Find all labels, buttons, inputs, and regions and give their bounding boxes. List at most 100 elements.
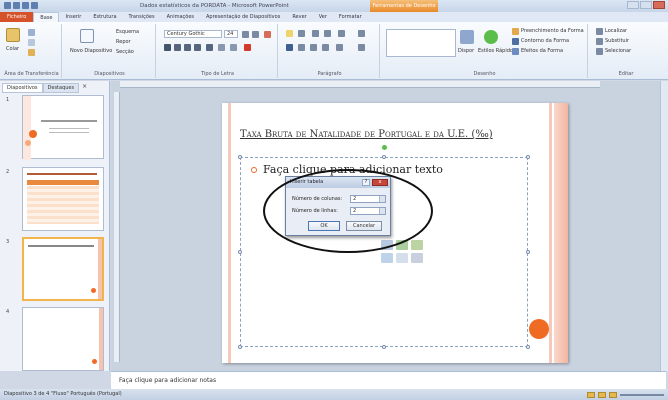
- vertical-scrollbar[interactable]: [660, 81, 668, 371]
- numbering-icon[interactable]: [298, 30, 305, 37]
- section-button[interactable]: Secção: [116, 49, 134, 55]
- paste-label[interactable]: Colar: [6, 46, 19, 52]
- bold-icon[interactable]: [164, 44, 171, 51]
- character-spacing-icon[interactable]: [218, 44, 225, 51]
- arrange-label[interactable]: Dispor: [458, 48, 474, 54]
- font-color-icon[interactable]: [244, 44, 251, 51]
- shape-fill-icon[interactable]: [512, 28, 519, 35]
- tab-review[interactable]: Rever: [286, 12, 312, 22]
- quick-styles-label[interactable]: Estilos Rápidos: [478, 48, 516, 54]
- shape-fill-button[interactable]: Preenchimento da Forma: [521, 28, 584, 34]
- insert-smartart-icon[interactable]: [411, 240, 423, 250]
- align-right-icon[interactable]: [310, 44, 317, 51]
- shape-effects-icon[interactable]: [512, 48, 519, 55]
- format-painter-icon[interactable]: [28, 49, 35, 56]
- decrease-indent-icon[interactable]: [312, 30, 319, 37]
- resize-handle[interactable]: [382, 345, 386, 349]
- arrange-icon[interactable]: [460, 30, 474, 44]
- slide-thumbnail-3[interactable]: [22, 237, 104, 301]
- quick-styles-icon[interactable]: [484, 30, 498, 44]
- cut-icon[interactable]: [28, 29, 35, 36]
- italic-icon[interactable]: [174, 44, 181, 51]
- shape-outline-button[interactable]: Contorno da Forma: [521, 38, 569, 44]
- slide-title[interactable]: Taxa Bruta de Natalidade de Portugal e d…: [240, 129, 550, 140]
- quick-access-toolbar: [4, 2, 38, 9]
- resize-handle[interactable]: [526, 250, 530, 254]
- shape-outline-icon[interactable]: [512, 38, 519, 45]
- panel-close-icon[interactable]: ×: [82, 83, 87, 93]
- select-icon[interactable]: [596, 48, 603, 55]
- font-name-field[interactable]: Century Gothic: [164, 30, 222, 38]
- close-button[interactable]: [653, 1, 665, 9]
- reset-button[interactable]: Repor: [116, 39, 131, 45]
- font-size-field[interactable]: 24: [224, 30, 238, 38]
- tab-animations[interactable]: Animações: [161, 12, 200, 22]
- tab-design[interactable]: Estrutura: [87, 12, 122, 22]
- columns-icon[interactable]: [336, 44, 343, 51]
- new-slide-label[interactable]: Novo Diapositivo: [70, 48, 112, 54]
- line-spacing-icon[interactable]: [338, 30, 345, 37]
- tab-slides[interactable]: Diapositivos: [2, 83, 43, 93]
- new-slide-icon[interactable]: [80, 29, 94, 43]
- tab-transitions[interactable]: Transições: [123, 12, 161, 22]
- normal-view-icon[interactable]: [587, 391, 595, 398]
- align-center-icon[interactable]: [298, 44, 305, 51]
- replace-icon[interactable]: [596, 38, 603, 45]
- bullets-icon[interactable]: [286, 30, 293, 37]
- clear-format-icon[interactable]: [264, 31, 271, 38]
- tab-view[interactable]: Ver: [313, 12, 333, 22]
- maximize-button[interactable]: [640, 1, 652, 9]
- replace-button[interactable]: Substituir: [605, 38, 629, 44]
- group-drawing-label: Desenho: [473, 71, 496, 77]
- justify-icon[interactable]: [322, 44, 329, 51]
- find-button[interactable]: Localizar: [605, 28, 627, 34]
- shape-effects-button[interactable]: Efeitos da Forma: [521, 48, 563, 54]
- resize-handle[interactable]: [238, 345, 242, 349]
- slide-thumbnail-1[interactable]: [22, 95, 104, 160]
- shrink-font-icon[interactable]: [252, 31, 259, 38]
- resize-handle[interactable]: [238, 155, 242, 159]
- resize-handle[interactable]: [526, 155, 530, 159]
- undo-icon[interactable]: [22, 2, 29, 9]
- redo-icon[interactable]: [31, 2, 38, 9]
- increase-indent-icon[interactable]: [324, 30, 331, 37]
- paste-icon[interactable]: [6, 28, 20, 42]
- shadow-icon[interactable]: [206, 44, 213, 51]
- reading-view-icon[interactable]: [609, 391, 617, 398]
- tab-format[interactable]: Formatar: [333, 12, 368, 22]
- layout-button[interactable]: Esquema: [116, 29, 139, 35]
- rotation-handle[interactable]: [382, 145, 387, 150]
- tab-slideshow[interactable]: Apresentação de Diapositivos: [200, 12, 286, 22]
- align-left-icon[interactable]: [286, 44, 293, 51]
- tab-file[interactable]: Ficheiro: [0, 12, 34, 22]
- save-icon[interactable]: [13, 2, 20, 9]
- notes-placeholder[interactable]: Faça clique para adicionar notas: [119, 377, 216, 384]
- minimize-button[interactable]: [627, 1, 639, 9]
- strikethrough-icon[interactable]: [194, 44, 201, 51]
- text-direction-icon[interactable]: [358, 30, 365, 37]
- zoom-slider[interactable]: [620, 393, 664, 396]
- slide-sorter-icon[interactable]: [598, 391, 606, 398]
- resize-handle[interactable]: [238, 250, 242, 254]
- resize-handle[interactable]: [382, 155, 386, 159]
- insert-picture-icon[interactable]: [381, 253, 393, 263]
- resize-handle[interactable]: [526, 345, 530, 349]
- group-slides: Novo Diapositivo Esquema Repor Secção Di…: [64, 24, 156, 78]
- grow-font-icon[interactable]: [242, 31, 249, 38]
- change-case-icon[interactable]: [230, 44, 237, 51]
- shapes-gallery[interactable]: [386, 29, 456, 57]
- tab-outline[interactable]: Destaques: [42, 83, 80, 93]
- underline-icon[interactable]: [184, 44, 191, 51]
- insert-media-icon[interactable]: [411, 253, 423, 263]
- notes-pane[interactable]: Faça clique para adicionar notas: [111, 371, 666, 389]
- slide-thumbnail-4[interactable]: [22, 307, 104, 371]
- align-text-icon[interactable]: [358, 44, 365, 51]
- group-paragraph: Parágrafo: [280, 24, 380, 78]
- select-button[interactable]: Selecionar: [605, 48, 631, 54]
- find-icon[interactable]: [596, 28, 603, 35]
- insert-clipart-icon[interactable]: [396, 253, 408, 263]
- copy-icon[interactable]: [28, 39, 35, 46]
- slide-thumbnail-2[interactable]: [22, 167, 104, 231]
- tab-insert[interactable]: Inserir: [59, 12, 87, 22]
- tab-home[interactable]: Base: [33, 11, 60, 23]
